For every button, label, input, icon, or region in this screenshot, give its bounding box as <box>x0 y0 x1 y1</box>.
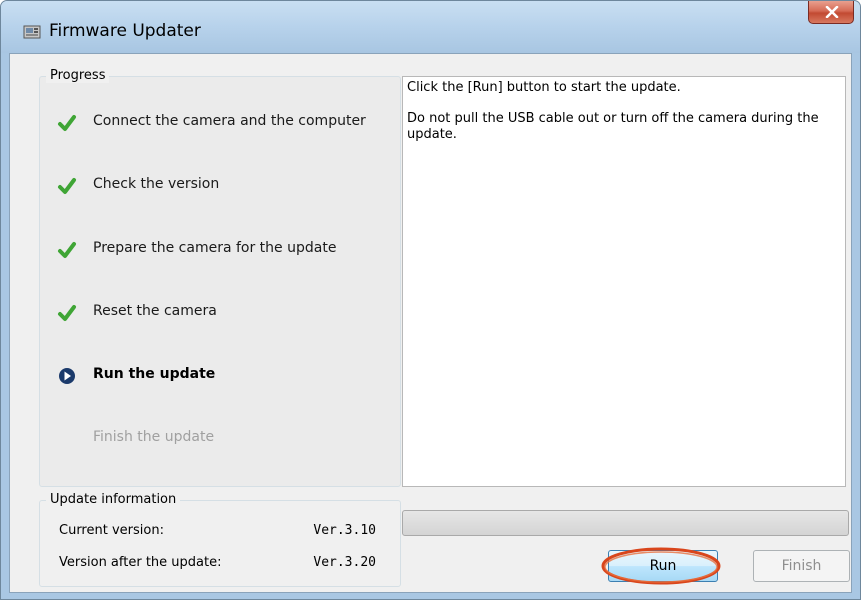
update-info-label: Update information <box>46 492 181 507</box>
progress-group-label: Progress <box>46 68 110 83</box>
check-icon <box>58 178 76 194</box>
check-icon <box>58 115 76 131</box>
after-version-label: Version after the update: <box>59 555 222 570</box>
step-label: Check the version <box>93 176 220 192</box>
current-version-value: Ver.3.10 <box>313 523 376 538</box>
step-connect: Connect the camera and the computer <box>40 110 390 136</box>
firmware-updater-window: Firmware Updater Progress Connect the ca… <box>0 0 861 600</box>
check-icon <box>58 242 76 258</box>
step-check-version: Check the version <box>40 173 390 199</box>
step-prepare: Prepare the camera for the update <box>40 237 390 263</box>
after-version-value: Ver.3.20 <box>313 555 376 570</box>
step-label-pending: Finish the update <box>93 429 215 445</box>
dialog-client-area: Progress Connect the camera and the comp… <box>9 53 852 593</box>
finish-button: Finish <box>753 550 850 582</box>
progress-group: Progress Connect the camera and the comp… <box>39 68 401 487</box>
message-line-1: Click the [Run] button to start the upda… <box>407 80 681 95</box>
title-bar[interactable]: Firmware Updater <box>1 1 860 53</box>
step-label: Prepare the camera for the update <box>93 240 337 256</box>
step-label: Reset the camera <box>93 303 217 319</box>
play-circle-icon <box>59 368 75 384</box>
window-title: Firmware Updater <box>49 21 201 41</box>
step-label-current: Run the update <box>93 366 216 382</box>
step-finish: Finish the update <box>40 426 390 452</box>
update-info-group: Update information Current version: Ver.… <box>39 492 401 587</box>
run-button[interactable]: Run <box>608 550 718 582</box>
close-button[interactable] <box>808 1 854 24</box>
step-reset: Reset the camera <box>40 300 390 326</box>
step-run-update: Run the update <box>40 363 390 389</box>
check-icon <box>58 305 76 321</box>
update-progress-bar <box>402 510 849 536</box>
close-icon <box>825 6 839 18</box>
message-line-2: Do not pull the USB cable out or turn of… <box>407 111 819 142</box>
message-panel: Click the [Run] button to start the upda… <box>402 76 846 487</box>
app-icon <box>23 25 41 39</box>
current-version-label: Current version: <box>59 523 164 538</box>
step-label: Connect the camera and the computer <box>93 113 366 129</box>
